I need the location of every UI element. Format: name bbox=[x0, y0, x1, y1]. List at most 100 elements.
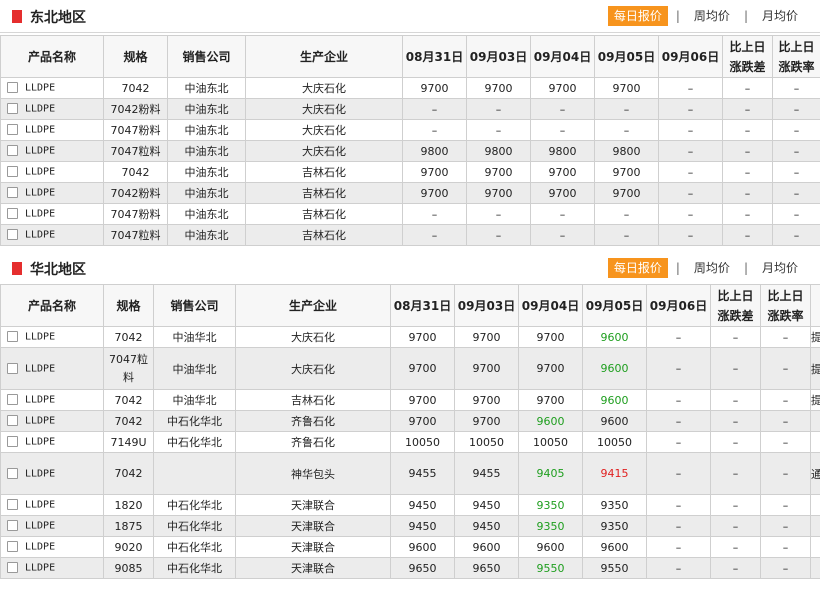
column-header: 08月31日 bbox=[390, 284, 455, 327]
tab-monthly[interactable]: 月均价 bbox=[756, 6, 804, 26]
cell-prod: 齐鲁石化 bbox=[235, 431, 391, 453]
table-row: LLDPE7047粒料中油华北大庆石化9700970097009600–––提 bbox=[0, 347, 820, 390]
cell-d4: 9700 bbox=[594, 77, 659, 99]
column-header: 产品名称 bbox=[0, 284, 104, 327]
row-checkbox[interactable] bbox=[7, 145, 18, 157]
row-checkbox[interactable] bbox=[7, 187, 18, 199]
row-checkbox[interactable] bbox=[7, 541, 18, 553]
cell-rate: – bbox=[760, 431, 811, 453]
cell-rate: – bbox=[760, 557, 811, 579]
row-checkbox[interactable] bbox=[7, 166, 18, 178]
cell-d3: 10050 bbox=[518, 431, 583, 453]
cell-diff: – bbox=[710, 410, 761, 432]
column-header: 生产企业 bbox=[245, 35, 403, 78]
row-checkbox[interactable] bbox=[7, 467, 18, 479]
cell-d1: 9700 bbox=[402, 161, 467, 183]
cell-diff: – bbox=[722, 203, 773, 225]
row-checkbox[interactable] bbox=[7, 82, 18, 94]
cell-rate: – bbox=[772, 224, 820, 246]
column-header: 销售公司 bbox=[167, 35, 246, 78]
product-cell: LLDPE bbox=[0, 119, 104, 141]
cell-sales: 中石化华北 bbox=[153, 494, 236, 516]
cell-d4: 9600 bbox=[582, 389, 647, 411]
cell-spec: 7042 bbox=[103, 389, 154, 411]
cell-spec: 7042 bbox=[103, 452, 154, 495]
cell-rate: – bbox=[772, 77, 820, 99]
column-header: 09月05日 bbox=[594, 35, 659, 78]
row-checkbox[interactable] bbox=[7, 331, 18, 343]
row-checkbox[interactable] bbox=[7, 362, 18, 374]
cell-d4: – bbox=[594, 98, 659, 120]
tab-monthly[interactable]: 月均价 bbox=[756, 258, 804, 278]
cell-d1: 9700 bbox=[402, 77, 467, 99]
cell-extra: 提 bbox=[810, 389, 820, 411]
column-header: 09月06日 bbox=[658, 35, 723, 78]
cell-sales: 中油东北 bbox=[167, 161, 246, 183]
row-checkbox[interactable] bbox=[7, 499, 18, 511]
cell-d5: – bbox=[646, 536, 711, 558]
cell-d5: – bbox=[646, 452, 711, 495]
row-checkbox[interactable] bbox=[7, 229, 18, 241]
cell-d4: 9600 bbox=[582, 536, 647, 558]
tab-weekly[interactable]: 周均价 bbox=[688, 6, 736, 26]
cell-diff: – bbox=[722, 77, 773, 99]
cell-d2: – bbox=[466, 224, 531, 246]
cell-d3: – bbox=[530, 98, 595, 120]
cell-d4: 9350 bbox=[582, 515, 647, 537]
cell-d4: 9600 bbox=[582, 347, 647, 390]
cell-d1: 9700 bbox=[402, 182, 467, 204]
north-title: 华北地区 bbox=[30, 262, 86, 278]
product-cell: LLDPE bbox=[0, 410, 104, 432]
row-checkbox[interactable] bbox=[7, 208, 18, 220]
row-checkbox[interactable] bbox=[7, 394, 18, 406]
table-row: LLDPE7042神华包头9455945594059415–––通 bbox=[0, 452, 820, 495]
tab-weekly[interactable]: 周均价 bbox=[688, 258, 736, 278]
cell-d4: – bbox=[594, 224, 659, 246]
tab-daily[interactable]: 每日报价 bbox=[607, 6, 668, 26]
row-checkbox[interactable] bbox=[7, 436, 18, 448]
product-cell: LLDPE bbox=[0, 389, 104, 411]
column-header: 比上日 涨跌差 bbox=[722, 35, 773, 78]
cell-extra bbox=[810, 410, 820, 432]
row-checkbox[interactable] bbox=[7, 415, 18, 427]
cell-sales: 中油华北 bbox=[153, 347, 236, 390]
row-checkbox[interactable] bbox=[7, 562, 18, 574]
column-header bbox=[810, 284, 820, 327]
product-cell: LLDPE bbox=[0, 140, 104, 162]
cell-d3: 9800 bbox=[530, 140, 595, 162]
column-header: 规格 bbox=[103, 35, 168, 78]
cell-d1: 9600 bbox=[390, 536, 455, 558]
cell-sales: 中油华北 bbox=[153, 389, 236, 411]
cell-d3: – bbox=[530, 203, 595, 225]
table-row: LLDPE7042中油华北大庆石化9700970097009600–––提 bbox=[0, 326, 820, 348]
cell-diff: – bbox=[722, 140, 773, 162]
cell-diff: – bbox=[710, 347, 761, 390]
cell-spec: 7042粉料 bbox=[103, 98, 168, 120]
section-marker-icon bbox=[12, 10, 22, 23]
row-checkbox[interactable] bbox=[7, 520, 18, 532]
column-header: 09月05日 bbox=[582, 284, 647, 327]
northeast-title: 东北地区 bbox=[30, 10, 86, 26]
cell-d4: 9800 bbox=[594, 140, 659, 162]
cell-spec: 7042 bbox=[103, 326, 154, 348]
cell-d3: 9600 bbox=[518, 536, 583, 558]
tab-daily[interactable]: 每日报价 bbox=[607, 258, 668, 278]
column-header: 规格 bbox=[103, 284, 154, 327]
product-cell: LLDPE bbox=[0, 515, 104, 537]
product-cell: LLDPE bbox=[0, 557, 104, 579]
northeast-header: 东北地区 每日报价 | 周均价 | 月均价 bbox=[0, 0, 820, 33]
cell-d4: – bbox=[594, 119, 659, 141]
cell-sales: 中石化华北 bbox=[153, 431, 236, 453]
column-header: 生产企业 bbox=[235, 284, 391, 327]
cell-spec: 1875 bbox=[103, 515, 154, 537]
cell-prod: 吉林石化 bbox=[245, 182, 403, 204]
cell-d5: – bbox=[658, 140, 723, 162]
section-marker-icon bbox=[12, 262, 22, 275]
row-checkbox[interactable] bbox=[7, 103, 18, 115]
cell-prod: 大庆石化 bbox=[235, 347, 391, 390]
column-header: 09月03日 bbox=[466, 35, 531, 78]
row-checkbox[interactable] bbox=[7, 124, 18, 136]
north-tabs: 每日报价 | 周均价 | 月均价 bbox=[607, 258, 804, 278]
cell-prod: 吉林石化 bbox=[245, 224, 403, 246]
table-row: LLDPE 7042 中油东北 大庆石化 9700 9700 9700 9700– – – bbox=[0, 77, 820, 99]
